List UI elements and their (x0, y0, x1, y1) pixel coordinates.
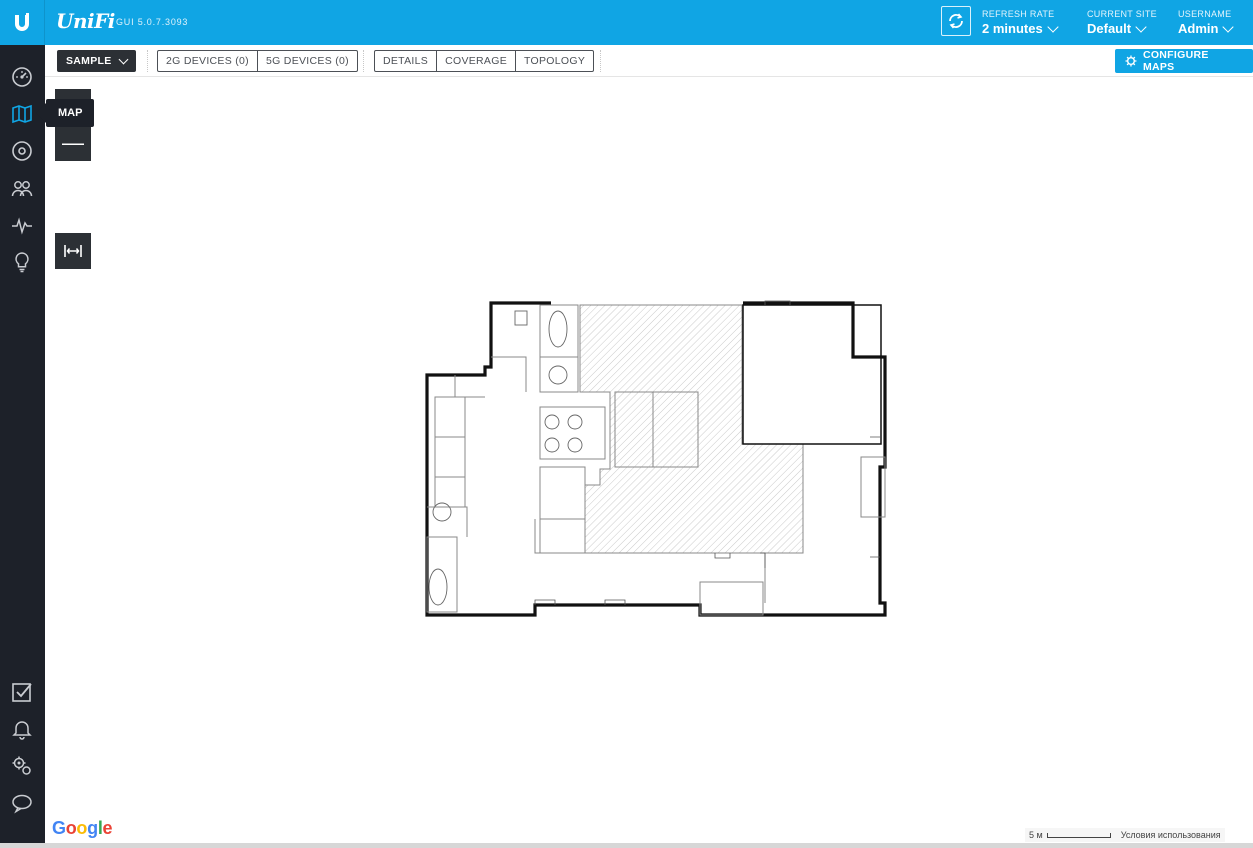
left-sidebar (0, 45, 45, 848)
sidebar-item-map[interactable] (8, 100, 36, 128)
username-caption: USERNAME (1178, 9, 1232, 19)
refresh-rate-selector[interactable]: REFRESH RATE 2 minutes (982, 9, 1059, 38)
devices-icon (12, 141, 32, 161)
map-icon (12, 104, 32, 124)
refresh-icon (949, 13, 963, 29)
sidebar-item-events[interactable] (8, 678, 36, 706)
google-logo: Google (52, 818, 113, 838)
map-toolbar: SAMPLE 2G DEVICES (0) 5G DEVICES (0) DET… (45, 45, 1253, 77)
refresh-rate-value: 2 minutes (982, 21, 1043, 36)
ubiquiti-logo-button[interactable] (0, 0, 45, 45)
fit-width-icon (64, 245, 82, 257)
chat-support-icon (12, 794, 32, 814)
sidebar-item-dashboard[interactable] (8, 63, 36, 91)
filter-2g-devices-button[interactable]: 2G DEVICES (0) (158, 51, 258, 71)
chevron-down-icon (1047, 21, 1059, 33)
sidebar-item-settings[interactable] (8, 752, 36, 780)
floor-plan-image (425, 300, 887, 617)
configure-maps-label: CONFIGURE MAPS (1142, 49, 1209, 73)
gui-version: GUI 5.0.7.3093 (116, 17, 189, 27)
current-site-value: Default (1087, 21, 1132, 36)
map-tooltip: MAP (35, 99, 95, 127)
view-topology-button[interactable]: TOPOLOGY (516, 51, 593, 71)
map-footer: 5 м Условия использования (1025, 828, 1225, 842)
terms-of-use-link[interactable]: Условия использования (1121, 830, 1221, 840)
clients-icon (11, 181, 33, 197)
refresh-button[interactable] (941, 6, 971, 36)
gear-icon (1125, 55, 1137, 67)
device-filter-group: 2G DEVICES (0) 5G DEVICES (0) (157, 50, 358, 72)
unifi-brand: UniFi (56, 9, 115, 33)
settings-gears-icon (12, 756, 31, 775)
bottom-strip (0, 843, 1253, 848)
toolbar-divider (147, 50, 148, 72)
map-scale: 5 м (1029, 830, 1111, 840)
current-site-selector[interactable]: CURRENT SITE Default (1087, 9, 1157, 38)
chevron-down-icon (1135, 21, 1147, 33)
events-checklist-icon (12, 683, 32, 702)
top-header: UniFi GUI 5.0.7.3093 REFRESH RATE 2 minu… (0, 0, 1253, 45)
sidebar-item-insights[interactable] (8, 248, 36, 276)
toolbar-divider (363, 50, 364, 72)
fit-width-button[interactable] (55, 233, 91, 269)
ubiquiti-logo-icon (15, 12, 29, 31)
view-details-button[interactable]: DETAILS (375, 51, 438, 71)
toolbar-divider (600, 50, 601, 72)
statistics-icon (12, 217, 32, 235)
sidebar-item-clients[interactable] (8, 174, 36, 202)
alerts-bell-icon (12, 721, 32, 740)
map-select-dropdown[interactable]: SAMPLE (57, 50, 136, 72)
refresh-rate-caption: REFRESH RATE (982, 9, 1055, 19)
sidebar-item-devices[interactable] (8, 137, 36, 165)
username-selector[interactable]: USERNAME Admin (1178, 9, 1235, 38)
view-coverage-button[interactable]: COVERAGE (437, 51, 517, 71)
sidebar-item-statistics[interactable] (8, 211, 36, 239)
insights-icon (15, 252, 29, 273)
chevron-down-icon (118, 54, 129, 64)
dashboard-icon (12, 67, 32, 87)
zoom-out-button[interactable]: — (55, 125, 91, 161)
view-mode-group: DETAILS COVERAGE TOPOLOGY (374, 50, 595, 72)
map-select-value: SAMPLE (66, 55, 112, 67)
sidebar-item-support[interactable] (8, 789, 36, 817)
chevron-down-icon (1222, 21, 1235, 33)
current-site-caption: CURRENT SITE (1087, 9, 1157, 19)
filter-5g-devices-button[interactable]: 5G DEVICES (0) (258, 51, 357, 71)
username-value: Admin (1178, 21, 1219, 36)
configure-maps-button[interactable]: CONFIGURE MAPS (1115, 49, 1253, 73)
map-canvas[interactable]: — MAP (35, 77, 1253, 843)
sidebar-item-alerts[interactable] (8, 715, 36, 743)
